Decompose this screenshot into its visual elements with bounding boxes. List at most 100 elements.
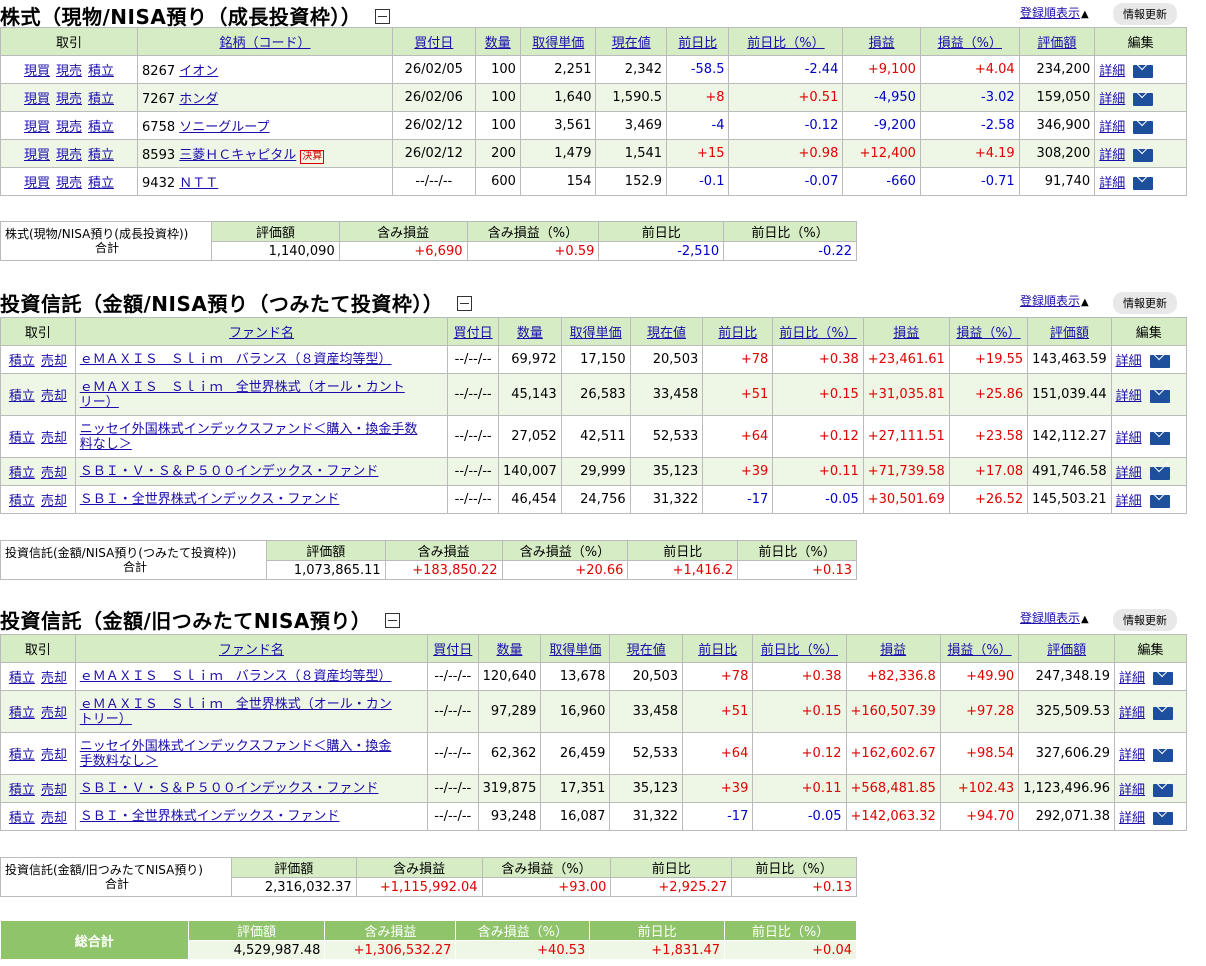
column-header[interactable]: 買付日 <box>426 634 479 663</box>
column-header[interactable]: 銘柄（コード） <box>137 27 393 56</box>
sort-column-link[interactable]: 前日比 <box>678 36 717 51</box>
column-header[interactable]: 数量 <box>497 317 562 346</box>
mail-icon[interactable] <box>1153 672 1174 685</box>
column-header[interactable]: 取得単価 <box>540 634 611 663</box>
trade-action-link[interactable]: 積立 <box>9 494 35 509</box>
stock-name-link[interactable]: ＮＴＴ <box>179 176 218 191</box>
trade-action-link[interactable]: 売却 <box>41 811 67 826</box>
fund-name-link[interactable]: ｅＭＡＸＩＳ Ｓｌｉｍ 全世界株式（オール・カン <box>80 697 392 712</box>
fund-name-link[interactable]: ＳＢＩ・Ｖ・Ｓ＆Ｐ５００インデックス・ファンド <box>80 781 379 796</box>
trade-action-link[interactable]: 積立 <box>9 706 35 721</box>
sort-column-link[interactable]: 前日比（%） <box>747 36 824 51</box>
mail-icon[interactable] <box>1133 149 1154 162</box>
detail-link[interactable]: 詳細 <box>1099 148 1125 163</box>
trade-action-link[interactable]: 現買 <box>24 120 50 135</box>
detail-link[interactable]: 詳細 <box>1099 176 1125 191</box>
collapse-toggle-icon[interactable] <box>457 296 473 311</box>
update-button[interactable]: 情報更新 <box>1113 292 1177 314</box>
trade-action-link[interactable]: 現売 <box>56 92 82 107</box>
mail-icon[interactable] <box>1149 495 1170 508</box>
fund-name-link[interactable]: ｅＭＡＸＩＳ Ｓｌｉｍ バランス（８資産均等型） <box>80 669 392 684</box>
column-header[interactable]: 現在値 <box>629 317 704 346</box>
mail-icon[interactable] <box>1133 65 1154 78</box>
column-header[interactable]: 買付日 <box>391 27 476 56</box>
trade-action-link[interactable]: 現売 <box>56 176 82 191</box>
trade-action-link[interactable]: 積立 <box>9 354 35 369</box>
sort-column-link[interactable]: 評価額 <box>1050 326 1089 341</box>
fund-name-link[interactable]: ｅＭＡＸＩＳ Ｓｌｉｍ バランス（８資産均等型） <box>80 352 392 367</box>
fund-name-link[interactable]: ＳＢＩ・全世界株式インデックス・ファンド <box>80 809 340 824</box>
mail-icon[interactable] <box>1133 177 1154 190</box>
detail-link[interactable]: 詳細 <box>1119 671 1145 686</box>
trade-action-link[interactable]: 現買 <box>24 148 50 163</box>
sort-column-link[interactable]: 損益（%） <box>938 36 1002 51</box>
trade-action-link[interactable]: 現売 <box>56 64 82 79</box>
column-header[interactable]: 評価額 <box>1027 317 1112 346</box>
fund-name-link[interactable]: 手数料なし＞ <box>80 754 158 769</box>
trade-action-link[interactable]: 積立 <box>9 389 35 404</box>
fund-name-link[interactable]: ＳＢＩ・Ｖ・Ｓ＆Ｐ５００インデックス・ファンド <box>80 464 379 479</box>
detail-link[interactable]: 詳細 <box>1099 92 1125 107</box>
sort-column-link[interactable]: ファンド名 <box>219 643 284 658</box>
detail-link[interactable]: 詳細 <box>1119 706 1145 721</box>
sort-column-link[interactable]: 評価額 <box>1037 36 1076 51</box>
mail-icon[interactable] <box>1149 467 1170 480</box>
sort-column-link[interactable]: 損益（%） <box>956 326 1020 341</box>
mail-icon[interactable] <box>1149 432 1170 445</box>
sort-column-link[interactable]: 前日比（%） <box>761 643 838 658</box>
trade-action-link[interactable]: 積立 <box>9 431 35 446</box>
trade-action-link[interactable]: 現売 <box>56 148 82 163</box>
sort-column-link[interactable]: 銘柄（コード） <box>219 36 310 51</box>
trade-action-link[interactable]: 売却 <box>41 389 67 404</box>
detail-link[interactable]: 詳細 <box>1116 354 1142 369</box>
trade-action-link[interactable]: 積立 <box>9 811 35 826</box>
column-header[interactable]: 取得単価 <box>560 317 631 346</box>
detail-link[interactable]: 詳細 <box>1116 494 1142 509</box>
mail-icon[interactable] <box>1153 707 1174 720</box>
detail-link[interactable]: 詳細 <box>1116 431 1142 446</box>
detail-link[interactable]: 詳細 <box>1099 64 1125 79</box>
fund-name-link[interactable]: トリー） <box>80 712 132 727</box>
column-header[interactable]: 前日比（%） <box>728 27 844 56</box>
trade-action-link[interactable]: 売却 <box>41 494 67 509</box>
sort-column-link[interactable]: ファンド名 <box>229 326 294 341</box>
sort-column-link[interactable]: 数量 <box>485 36 511 51</box>
column-header[interactable]: 損益 <box>862 317 950 346</box>
column-header[interactable]: 損益（%） <box>939 634 1020 663</box>
sort-column-link[interactable]: 取得単価 <box>570 326 622 341</box>
trade-action-link[interactable]: 積立 <box>88 92 114 107</box>
column-header[interactable]: 数量 <box>477 634 542 663</box>
column-header[interactable]: 取得単価 <box>519 27 597 56</box>
sort-column-link[interactable]: 損益 <box>893 326 919 341</box>
mail-icon[interactable] <box>1153 749 1174 762</box>
sort-column-link[interactable]: 数量 <box>496 643 522 658</box>
column-header[interactable]: 現在値 <box>609 634 684 663</box>
detail-link[interactable]: 詳細 <box>1099 120 1125 135</box>
sort-column-link[interactable]: 評価額 <box>1047 643 1086 658</box>
column-header[interactable]: 損益 <box>842 27 921 56</box>
column-header[interactable]: ファンド名 <box>74 634 428 663</box>
column-header[interactable]: 損益 <box>845 634 941 663</box>
column-header[interactable]: 前日比 <box>702 317 774 346</box>
column-header[interactable]: 数量 <box>474 27 521 56</box>
column-header[interactable]: 損益（%） <box>948 317 1029 346</box>
column-header[interactable]: 評価額 <box>1018 27 1096 56</box>
sort-column-link[interactable]: 取得単価 <box>549 643 601 658</box>
trade-action-link[interactable]: 積立 <box>9 783 35 798</box>
trade-action-link[interactable]: 売却 <box>41 431 67 446</box>
sort-column-link[interactable]: 損益 <box>869 36 895 51</box>
column-header[interactable]: 買付日 <box>447 317 499 346</box>
column-header[interactable]: ファンド名 <box>74 317 449 346</box>
trade-action-link[interactable]: 積立 <box>9 671 35 686</box>
fund-name-link[interactable]: ＳＢＩ・全世界株式インデックス・ファンド <box>80 492 340 507</box>
sort-column-link[interactable]: 現在値 <box>612 36 651 51</box>
column-header[interactable]: 前日比（%） <box>752 634 847 663</box>
trade-action-link[interactable]: 売却 <box>41 671 67 686</box>
fund-name-link[interactable]: ｅＭＡＸＩＳ Ｓｌｉｍ 全世界株式（オール・カント <box>80 380 405 395</box>
sort-column-link[interactable]: 損益（%） <box>947 643 1011 658</box>
trade-action-link[interactable]: 現売 <box>56 120 82 135</box>
trade-action-link[interactable]: 積立 <box>9 466 35 481</box>
sort-column-link[interactable]: 前日比（%） <box>779 326 856 341</box>
trade-action-link[interactable]: 売却 <box>41 783 67 798</box>
fund-name-link[interactable]: リー） <box>80 395 119 410</box>
